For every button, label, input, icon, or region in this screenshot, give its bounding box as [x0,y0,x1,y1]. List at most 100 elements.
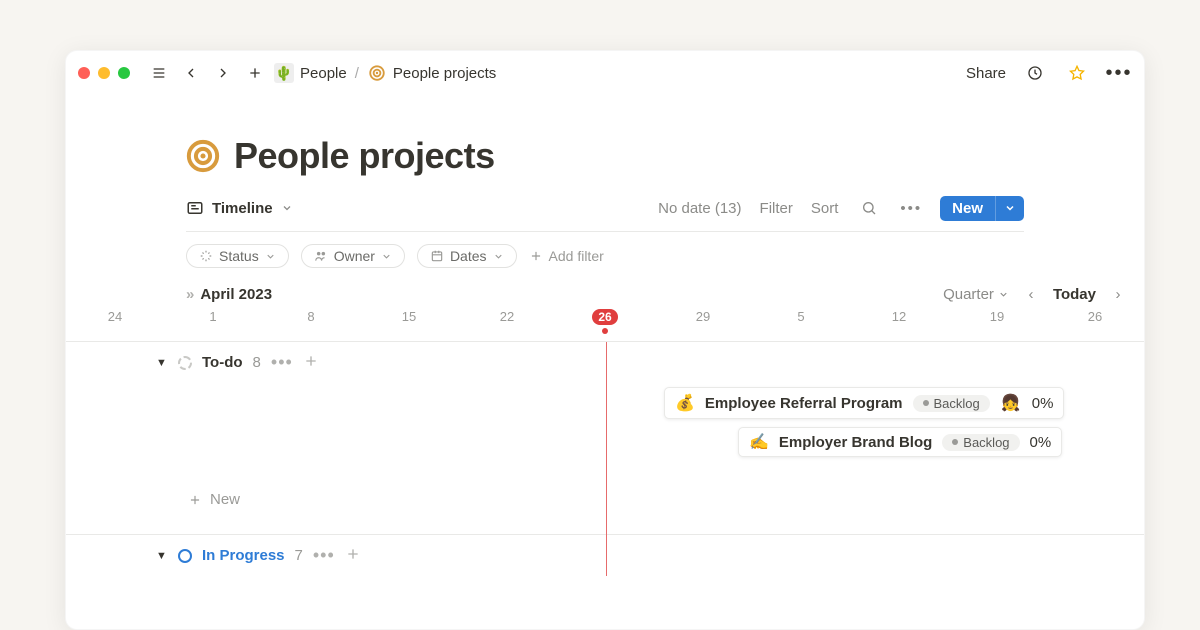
view-controls: Timeline No date (13) Filter Sort ••• Ne… [66,177,1144,221]
add-row-button[interactable]: New [66,483,1144,524]
date-cell: 15 [360,309,458,325]
group-more-icon[interactable]: ••• [271,352,293,373]
calendar-icon [430,249,444,263]
timeline-month[interactable]: » April 2023 [186,286,272,303]
add-filter-label: Add filter [549,248,604,264]
today-date-pill: 26 [592,309,617,325]
chevron-down-icon [1004,202,1016,214]
filter-pill-owner[interactable]: Owner [301,244,405,268]
new-button-group: New [940,196,1024,221]
status-badge: Backlog [942,434,1019,451]
group-name[interactable]: To-do [202,354,243,371]
date-cell: 5 [752,309,850,325]
breadcrumb-current[interactable]: People projects [393,65,496,82]
filter-pill-label: Dates [450,248,487,264]
avatar: 👧 [1000,392,1022,414]
new-button[interactable]: New [940,196,995,221]
nav-forward-icon[interactable] [210,60,236,86]
timeline-prev-icon[interactable]: ‹ [1023,286,1039,303]
minimize-window-icon[interactable] [98,67,110,79]
filter-button[interactable]: Filter [760,200,793,217]
tab-timeline-label: Timeline [212,200,273,217]
breadcrumb-page-icon[interactable]: 🌵 [274,63,294,83]
chevron-down-icon [998,289,1009,300]
date-cell: 1 [164,309,262,325]
app-window: 🌵 People / People projects Share ••• Peo… [65,50,1145,630]
group-header-todo: ▼ To-do 8 ••• [66,342,1144,383]
updates-icon[interactable] [1022,60,1048,86]
expand-icon: » [186,286,194,303]
no-date-button[interactable]: No date (13) [658,200,741,217]
date-cell: 19 [948,309,1046,325]
breadcrumb-parent[interactable]: People [300,65,347,82]
plus-icon [188,493,202,507]
hamburger-icon[interactable] [146,60,172,86]
titlebar: 🌵 People / People projects Share ••• [66,51,1144,95]
group-more-icon[interactable]: ••• [313,545,335,566]
group-count: 7 [295,547,303,564]
date-cell: 26 [556,309,654,325]
card-title: Employee Referral Program [705,395,903,412]
sort-button[interactable]: Sort [811,200,839,217]
timeline-card[interactable]: ✍️ Employer Brand Blog Backlog 0% [738,427,1062,457]
breadcrumb: 🌵 People / People projects [274,63,496,83]
filter-pill-status[interactable]: Status [186,244,289,268]
filter-pill-dates[interactable]: Dates [417,244,517,268]
traffic-lights [78,67,130,79]
breadcrumb-sep: / [355,65,359,82]
plus-icon [529,249,543,263]
timeline-month-label: April 2023 [200,286,272,303]
sparkle-icon [199,249,213,263]
nav-back-icon[interactable] [178,60,204,86]
card-emoji-icon: 💰 [675,393,695,413]
add-row-label: New [210,491,240,508]
page-emoji-icon[interactable] [186,139,220,173]
people-icon [314,249,328,263]
card-emoji-icon: ✍️ [749,432,769,452]
timeline-header: » April 2023 Quarter ‹ Today › [66,268,1144,303]
status-badge: Backlog [913,395,990,412]
tab-timeline[interactable]: Timeline [186,199,293,217]
chevron-down-icon [265,251,276,262]
timeline-body: ▼ To-do 8 ••• 💰 Employee Referral Progra… [66,342,1144,576]
add-filter-button[interactable]: Add filter [529,248,604,264]
filter-pill-label: Status [219,248,259,264]
collapse-toggle-icon[interactable]: ▼ [156,550,168,562]
timeline-scale-select[interactable]: Quarter [943,286,1009,303]
date-cell: 24 [66,309,164,325]
status-circle-inprogress-icon [178,549,192,563]
timeline-today-button[interactable]: Today [1053,286,1096,303]
active-filters: Status Owner Dates Add filter [66,232,1144,268]
timeline-card[interactable]: 💰 Employee Referral Program Backlog 👧 0% [664,387,1064,419]
chevron-down-icon [281,202,293,214]
group-name[interactable]: In Progress [202,547,285,564]
search-icon[interactable] [856,195,882,221]
new-page-icon[interactable] [242,60,268,86]
page-title[interactable]: People projects [234,135,495,177]
titlebar-right: Share ••• [966,60,1132,86]
page-header: People projects [66,95,1144,177]
group-add-icon[interactable] [345,546,361,566]
maximize-window-icon[interactable] [118,67,130,79]
collapse-toggle-icon[interactable]: ▼ [156,357,168,369]
timeline-next-icon[interactable]: › [1110,286,1126,303]
date-cell: 26 [1046,309,1144,325]
share-button[interactable]: Share [966,65,1006,82]
group-count: 8 [253,354,261,371]
card-percent: 0% [1030,434,1052,451]
target-icon [367,63,387,83]
more-icon[interactable]: ••• [1106,60,1132,86]
date-cell: 29 [654,309,752,325]
date-cell: 12 [850,309,948,325]
chevron-down-icon [493,251,504,262]
filter-pill-label: Owner [334,248,375,264]
date-cell: 8 [262,309,360,325]
new-button-dropdown[interactable] [995,196,1024,221]
group-add-icon[interactable] [303,353,319,373]
close-window-icon[interactable] [78,67,90,79]
group-lane-todo: 💰 Employee Referral Program Backlog 👧 0%… [66,383,1144,483]
view-more-icon[interactable]: ••• [900,200,922,217]
favorite-star-icon[interactable] [1064,60,1090,86]
group-header-inprogress: ▼ In Progress 7 ••• [66,535,1144,576]
card-title: Employer Brand Blog [779,434,932,451]
